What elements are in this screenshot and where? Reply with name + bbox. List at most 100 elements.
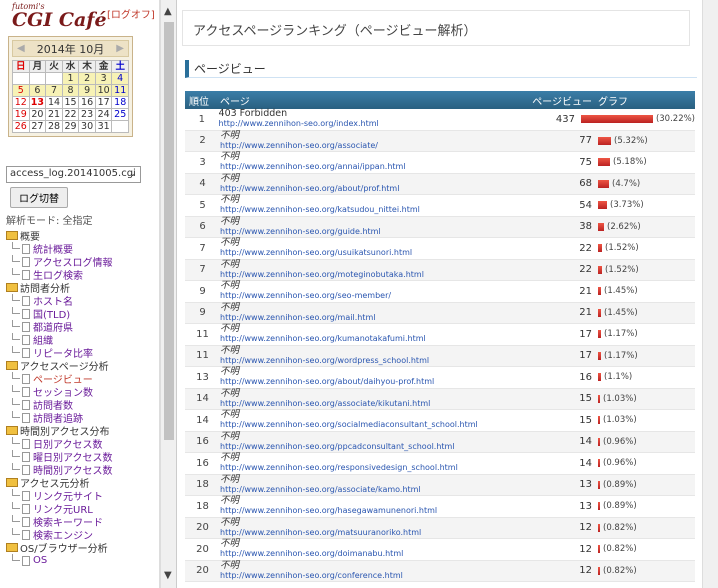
calendar-day[interactable]: 30: [78, 120, 96, 133]
pageview-percent: (0.96%): [603, 458, 637, 469]
page-url-link[interactable]: http://www.zennihon-seo.org/kumanotakafu…: [220, 334, 426, 343]
calendar-day[interactable]: 22: [61, 108, 80, 121]
pageview-percent: (1.03%): [603, 415, 637, 426]
page-url-link[interactable]: http://www.zennihon-seo.org/socialmediac…: [220, 420, 478, 429]
page-title-text: 不明: [220, 559, 240, 571]
calendar-day[interactable]: 27: [28, 120, 47, 133]
page-url-link[interactable]: http://www.zennihon-seo.org/doimanabu.ht…: [220, 549, 403, 558]
menu-item[interactable]: OS: [6, 554, 156, 567]
calendar-day[interactable]: 31: [94, 120, 113, 133]
logo[interactable]: futomi's CGI Café: [12, 3, 107, 31]
calendar-day[interactable]: 2: [78, 72, 96, 85]
calendar-day[interactable]: 28: [45, 120, 63, 133]
calendar-day[interactable]: 12: [12, 96, 30, 109]
main-scrollbar[interactable]: [702, 0, 718, 588]
calendar-day[interactable]: 9: [78, 84, 96, 97]
page-url-link[interactable]: http://www.zennihon-seo.org/mail.html: [220, 313, 375, 322]
calendar-day[interactable]: 18: [111, 96, 129, 109]
logout-link[interactable]: [ログオフ]: [107, 6, 155, 21]
page-url-link[interactable]: http://www.zennihon-seo.org/seo-member/: [220, 291, 391, 300]
sidebar-scrollbar[interactable]: ▲ ▼: [160, 0, 177, 588]
pageview-bar: [598, 459, 600, 468]
calendar-day[interactable]: 26: [12, 120, 30, 133]
calendar-day[interactable]: 21: [45, 108, 63, 121]
menu-group[interactable]: 訪問者分析: [6, 281, 156, 295]
prev-month-button[interactable]: ◀: [17, 43, 25, 54]
row-graph: (0.82%): [592, 523, 637, 533]
row-graph: (0.89%): [592, 480, 637, 490]
page-url-link[interactable]: http://www.zennihon-seo.org/hasegawamune…: [220, 506, 437, 515]
row-page: 不明 http://www.zennihon-seo.org/socialmedi…: [220, 410, 540, 430]
calendar-day[interactable]: 15: [61, 96, 80, 109]
page-url-link[interactable]: http://www.zennihon-seo.org/responsivede…: [220, 463, 458, 472]
page-url-link[interactable]: http://www.zennihon-seo.org/associate/ki…: [220, 399, 430, 408]
calendar-day[interactable]: 17: [94, 96, 113, 109]
log-switch-button[interactable]: ログ切替: [10, 187, 68, 208]
row-graph: (1.17%): [592, 351, 638, 361]
page-url-link[interactable]: http://www.zennihon-seo.org/annai/ippan.…: [220, 162, 406, 171]
calendar-day[interactable]: 24: [94, 108, 113, 121]
row-rank: 14: [196, 414, 209, 426]
menu-item[interactable]: セッション数: [6, 385, 156, 399]
calendar-day[interactable]: 8: [61, 84, 80, 97]
calendar-day[interactable]: 14: [45, 96, 63, 109]
row-rank: 1: [198, 113, 205, 125]
page-url-link[interactable]: http://www.zennihon-seo.org/guide.html: [220, 227, 381, 236]
calendar-day[interactable]: 23: [78, 108, 96, 121]
calendar-day[interactable]: 20: [28, 108, 47, 121]
row-rank: 11: [196, 350, 209, 362]
pageview-bar: [598, 351, 601, 360]
calendar-day[interactable]: 10: [94, 84, 113, 97]
menu-item[interactable]: 国(TLD): [6, 307, 156, 321]
analysis-menu: 解析モード: 全指定 概要 統計概要 アクセスログ情報 生ログ検索 訪問者分析 ホスト名国…: [6, 212, 156, 567]
menu-item[interactable]: ホスト名: [6, 294, 156, 308]
calendar-day[interactable]: 4: [111, 72, 129, 85]
calendar-day[interactable]: 3: [94, 72, 113, 85]
logo-text: CGI Café: [12, 9, 107, 31]
page-url-link[interactable]: http://www.zennihon-seo.org/katsudou_nit…: [220, 205, 420, 214]
tree-connector: [12, 385, 20, 392]
calendar-day[interactable]: 5: [12, 84, 30, 97]
col-graph: グラフ: [598, 96, 628, 108]
page-url-link[interactable]: http://www.zennihon-seo.org/matsuuranori…: [220, 528, 421, 537]
row-page: 不明 http://www.zennihon-seo.org/katsudou_n…: [220, 195, 540, 215]
page-url-link[interactable]: http://www.zennihon-seo.org/index.html: [219, 119, 379, 128]
page-url-link[interactable]: http://www.zennihon-seo.org/associate/ka…: [220, 485, 421, 494]
calendar-day[interactable]: 25: [111, 108, 129, 121]
menu-group[interactable]: 概要: [6, 229, 156, 243]
calendar-day[interactable]: 11: [111, 84, 129, 97]
weekday-label: 火: [45, 60, 63, 73]
tree-connector: [12, 255, 20, 262]
calendar-day[interactable]: 19: [12, 108, 30, 121]
page-url-link[interactable]: http://www.zennihon-seo.org/wordpress_sc…: [220, 356, 429, 365]
page-url-link[interactable]: http://www.zennihon-seo.org/conference.h…: [220, 571, 403, 580]
row-page: 不明 http://www.zennihon-seo.org/associate/: [220, 130, 540, 151]
calendar-day[interactable]: 29: [61, 120, 80, 133]
calendar-day[interactable]: 13: [28, 96, 47, 109]
page-icon: [22, 412, 30, 423]
page-url-link[interactable]: http://www.zennihon-seo.org/usuikatsunor…: [220, 248, 412, 257]
tree-connector: [12, 502, 20, 509]
menu-group[interactable]: OS/ブラウザー分析: [6, 541, 156, 555]
pageview-percent: (5.32%): [614, 135, 648, 146]
row-graph: (1.17%): [592, 329, 638, 339]
calendar-day[interactable]: 6: [28, 84, 47, 97]
page-title-text: 不明: [220, 344, 240, 356]
page-url-link[interactable]: http://www.zennihon-seo.org/about/daihyo…: [220, 377, 434, 386]
page-url-link[interactable]: http://www.zennihon-seo.org/ppcadconsult…: [220, 442, 455, 451]
row-pageviews: 14: [579, 457, 592, 469]
page-icon: [22, 503, 30, 514]
calendar-day[interactable]: 7: [45, 84, 63, 97]
sidebar-scroll-thumb[interactable]: [164, 22, 174, 440]
log-file-select[interactable]: access_log.20141005.cgi ⌄: [6, 166, 141, 183]
page-url-link[interactable]: http://www.zennihon-seo.org/moteginobuta…: [220, 270, 424, 279]
page-url-link[interactable]: http://www.zennihon-seo.org/about/prof.h…: [220, 184, 399, 193]
calendar-day[interactable]: 1: [61, 72, 80, 85]
row-graph: (0.96%): [592, 458, 637, 468]
scroll-down-icon[interactable]: ▼: [164, 570, 172, 581]
next-month-button[interactable]: ▶: [116, 43, 124, 54]
page-url-link[interactable]: http://www.zennihon-seo.org/associate/: [220, 141, 378, 150]
calendar-day[interactable]: 16: [78, 96, 96, 109]
scroll-up-icon[interactable]: ▲: [164, 6, 172, 17]
menu-item[interactable]: 都道府県: [6, 320, 156, 334]
